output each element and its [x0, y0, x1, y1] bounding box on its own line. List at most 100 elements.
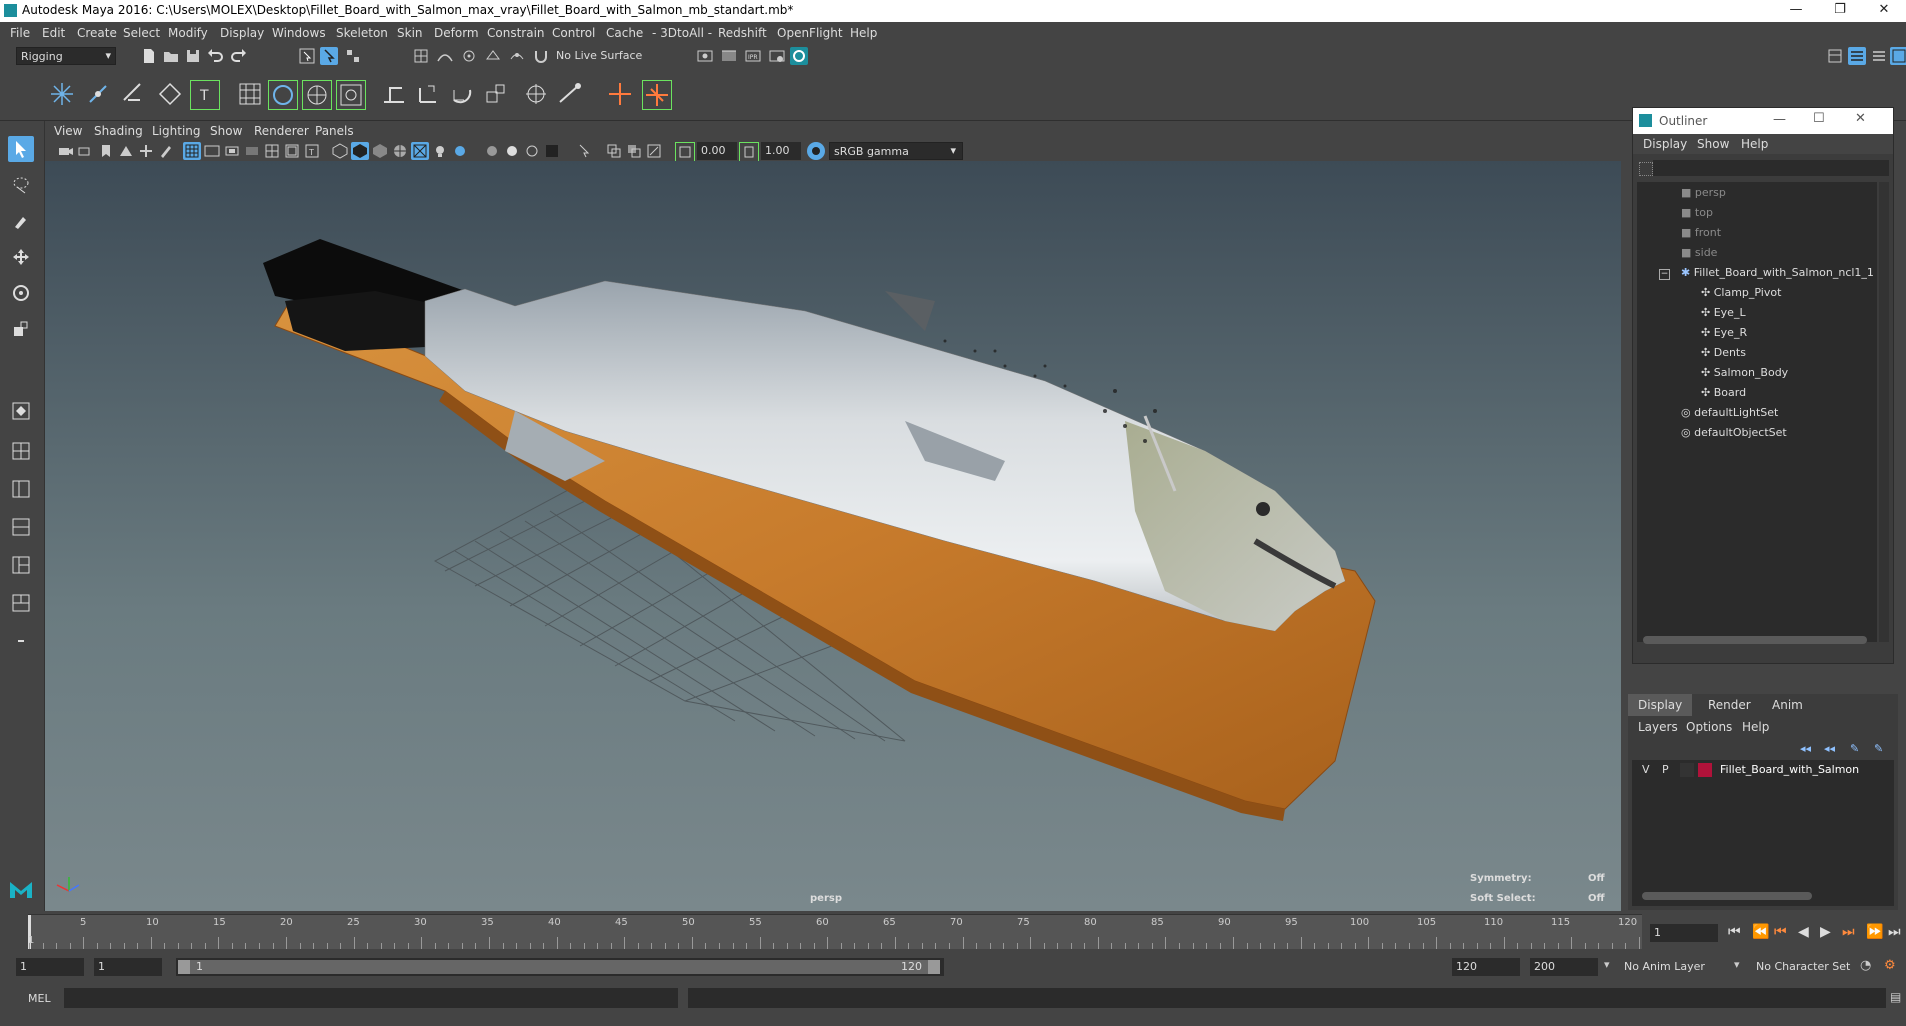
- select-component-icon[interactable]: [344, 47, 362, 65]
- restore-button[interactable]: ❐: [1818, 0, 1862, 22]
- outliner-horizontal-scrollbar[interactable]: [1643, 636, 1867, 644]
- safe-title-icon[interactable]: T: [303, 142, 321, 160]
- menuset-dropdown[interactable]: Rigging ▾: [16, 47, 116, 65]
- go-to-end-icon[interactable]: ⏭: [1888, 924, 1901, 940]
- gate-mask-icon[interactable]: [243, 142, 261, 160]
- scale-constraint-icon[interactable]: [482, 80, 510, 108]
- color-space-dropdown[interactable]: sRGB gamma ▾: [829, 142, 963, 160]
- time-slider[interactable]: 1 5 10 15 20 25 30 35 40 45 50 55 60 65 …: [0, 912, 1906, 956]
- multisample-aa-icon[interactable]: [523, 142, 541, 160]
- default-material-icon[interactable]: [371, 142, 389, 160]
- rotate-tool-icon[interactable]: [8, 280, 34, 306]
- soft-mod-icon[interactable]: [336, 80, 366, 110]
- attribute-editor-toggle-icon[interactable]: [1848, 47, 1866, 65]
- auto-key-icon[interactable]: ◔: [1860, 958, 1871, 973]
- isolate-select-icon[interactable]: [575, 142, 593, 160]
- perspective-viewport[interactable]: persp Symmetry: Off Soft Select: Off: [45, 161, 1621, 911]
- gamma-icon[interactable]: [739, 142, 759, 162]
- script-editor-icon[interactable]: ▤: [1890, 990, 1901, 1004]
- xray-active-components-icon[interactable]: [625, 142, 643, 160]
- hypershade-icon[interactable]: [790, 47, 808, 65]
- field-chart-icon[interactable]: [263, 142, 281, 160]
- tree-item-group[interactable]: ✱ Fillet_Board_with_Salmon_ncl1_1: [1681, 266, 1874, 279]
- animation-end-field[interactable]: 200: [1530, 958, 1598, 976]
- scale-tool-icon[interactable]: [8, 316, 34, 342]
- menu-windows[interactable]: Windows: [272, 26, 326, 40]
- collapse-layouts-icon[interactable]: [8, 628, 34, 654]
- anim-layer-dropdown[interactable]: No Anim Layer: [1624, 960, 1705, 973]
- menu-display[interactable]: Display: [220, 26, 264, 40]
- wireframe-on-shaded-icon[interactable]: [391, 142, 409, 160]
- film-gate-icon[interactable]: [203, 142, 221, 160]
- vp-menu-lighting[interactable]: Lighting: [152, 124, 201, 138]
- chevron-down-icon[interactable]: ▾: [1734, 958, 1740, 971]
- playback-end-field[interactable]: 120: [1452, 958, 1520, 976]
- step-forward-key-icon[interactable]: ⏭: [1842, 924, 1855, 940]
- step-forward-frame-icon[interactable]: ⏩: [1866, 924, 1883, 940]
- animation-start-field[interactable]: 1: [16, 958, 84, 976]
- shadows-icon[interactable]: [451, 142, 469, 160]
- bookmark-icon[interactable]: [97, 142, 115, 160]
- tab-anim[interactable]: Anim: [1762, 694, 1813, 716]
- layer-visibility-toggle[interactable]: V: [1642, 763, 1650, 776]
- vp-menu-renderer[interactable]: Renderer: [254, 124, 309, 138]
- range-end-grip[interactable]: [928, 960, 940, 974]
- render-view-icon[interactable]: [696, 47, 714, 65]
- humanik-icon[interactable]: [156, 80, 184, 108]
- 2d-pan-zoom-icon[interactable]: [137, 142, 155, 160]
- tree-item-clamp-pivot[interactable]: ✣ Clamp_Pivot: [1701, 286, 1781, 299]
- new-scene-icon[interactable]: [140, 47, 158, 65]
- use-all-lights-icon[interactable]: [431, 142, 449, 160]
- channel-box-toggle-icon[interactable]: [1890, 47, 1906, 65]
- play-forwards-icon[interactable]: ▶: [1820, 924, 1831, 940]
- outliner-menu-show[interactable]: Show: [1697, 137, 1729, 151]
- outliner-vertical-scrollbar[interactable]: [1879, 182, 1889, 642]
- color-management-icon[interactable]: [807, 142, 825, 160]
- menu-deform[interactable]: Deform: [434, 26, 479, 40]
- current-frame-field[interactable]: 1: [1650, 924, 1718, 942]
- outliner-minimize-button[interactable]: —: [1773, 112, 1786, 127]
- range-start-grip[interactable]: [178, 960, 190, 974]
- motion-blur-icon[interactable]: [503, 142, 521, 160]
- tab-render[interactable]: Render: [1698, 694, 1761, 716]
- move-layer-up-icon[interactable]: ◂◂: [1800, 742, 1811, 755]
- play-backwards-icon[interactable]: ◀: [1798, 924, 1809, 940]
- menu-openflight[interactable]: OpenFlight: [777, 26, 843, 40]
- new-layer-icon[interactable]: ✎: [1850, 742, 1859, 755]
- point-constraint-icon[interactable]: [414, 80, 442, 108]
- safe-action-icon[interactable]: [283, 142, 301, 160]
- close-button[interactable]: ✕: [1862, 0, 1906, 22]
- menu-redshift[interactable]: Redshift: [718, 26, 767, 40]
- menu-help[interactable]: Help: [850, 26, 877, 40]
- vp-menu-show[interactable]: Show: [210, 124, 242, 138]
- menu-cache[interactable]: Cache: [606, 26, 643, 40]
- smooth-shading-icon[interactable]: [351, 142, 369, 160]
- tree-item-eye-r[interactable]: ✣ Eye_R: [1701, 326, 1747, 339]
- ik-spline-icon[interactable]: [120, 80, 148, 108]
- tab-display[interactable]: Display: [1628, 694, 1693, 716]
- redo-icon[interactable]: [230, 47, 248, 65]
- tool-settings-toggle-icon[interactable]: [1870, 47, 1888, 65]
- layer-color-swatch[interactable]: [1698, 763, 1712, 777]
- menu-3dtoall[interactable]: - 3DtoAll -: [652, 26, 712, 40]
- vp-menu-view[interactable]: View: [54, 124, 82, 138]
- persp-outliner-layout-icon[interactable]: [8, 476, 34, 502]
- outliner-menu-help[interactable]: Help: [1741, 137, 1768, 151]
- menu-skin[interactable]: Skin: [397, 26, 423, 40]
- snap-curve-icon[interactable]: [436, 47, 454, 65]
- joint-tool-icon[interactable]: [48, 80, 76, 108]
- image-plane-icon[interactable]: [117, 142, 135, 160]
- filter-icon[interactable]: [1639, 162, 1653, 176]
- chevron-down-icon[interactable]: ▾: [1604, 958, 1610, 971]
- range-slider-handle[interactable]: 1 120: [178, 960, 940, 974]
- move-layer-down-icon[interactable]: ◂◂: [1824, 742, 1835, 755]
- collapse-toggle-icon[interactable]: −: [1659, 269, 1670, 280]
- ipr-render-icon[interactable]: IPR: [744, 47, 762, 65]
- vp-menu-shading[interactable]: Shading: [94, 124, 143, 138]
- snap-grid-icon[interactable]: [412, 47, 430, 65]
- snap-point-icon[interactable]: [460, 47, 478, 65]
- select-hierarchy-icon[interactable]: [298, 47, 316, 65]
- layer-help-menu[interactable]: Help: [1742, 720, 1769, 734]
- pole-vector-icon[interactable]: [556, 80, 584, 108]
- exposure-icon[interactable]: [675, 142, 695, 162]
